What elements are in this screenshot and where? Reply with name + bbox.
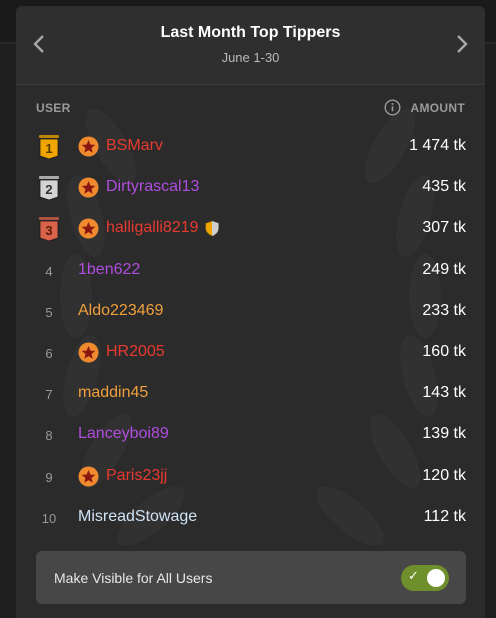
info-icon[interactable]: [384, 99, 401, 116]
tip-amount: 1 474 tk: [409, 137, 466, 154]
rank-number: 5: [45, 304, 53, 320]
tipper-row: 10 MisreadStowage 112 tk: [16, 497, 485, 538]
tipper-row: 2 Dirtyrascal13 435 tk: [16, 167, 485, 208]
shield-icon: [205, 220, 219, 237]
user-column-header: USER: [36, 101, 71, 115]
tip-amount: 143 tk: [422, 384, 466, 402]
tip-amount: 249 tk: [422, 260, 466, 278]
tip-amount: 120 tk: [422, 466, 466, 484]
checkmark-icon: ✓: [408, 568, 419, 583]
rank-number: 6: [45, 345, 53, 361]
tipper-row: 7 maddin45 143 tk: [16, 373, 485, 414]
tipper-row: 8 Lanceyboi89 139 tk: [16, 414, 485, 455]
username-link[interactable]: Dirtyrascal13: [106, 178, 199, 196]
visibility-toggle[interactable]: ✓: [401, 565, 449, 591]
rank-number: 10: [41, 510, 57, 526]
username-link[interactable]: Lanceyboi89: [78, 425, 169, 443]
visibility-label: Make Visible for All Users: [54, 570, 213, 586]
star-badge-icon: [78, 466, 99, 486]
tip-amount: 112 tk: [423, 507, 466, 525]
tippers-list: 1 BSMarv 1 474 tk 2 Dirtyrascal13 435 tk 3 hall…: [16, 126, 485, 538]
rank-number: 7: [45, 387, 53, 403]
visibility-setting: Make Visible for All Users ✓: [36, 551, 466, 604]
panel-title: Last Month Top Tippers: [160, 24, 341, 41]
chevron-right-icon[interactable]: [455, 34, 469, 54]
tipper-row: 4 1ben622 249 tk: [16, 250, 485, 291]
star-badge-icon: [78, 342, 99, 363]
column-headers: USER AMOUNT: [36, 99, 465, 117]
rank-number: 4: [45, 263, 53, 279]
star-badge-icon: [78, 177, 99, 198]
silver-medal-icon: 2: [39, 176, 59, 201]
tipper-row: 6 HR2005 160 tk: [16, 332, 485, 373]
tip-amount: 139 tk: [422, 425, 466, 443]
tipper-row: 1 BSMarv 1 474 tk: [16, 126, 485, 167]
top-tippers-panel: Last Month Top Tippers June 1-30 USER AM…: [16, 6, 485, 618]
panel-header: Last Month Top Tippers June 1-30: [16, 6, 485, 85]
toggle-knob: [427, 569, 445, 587]
username-link[interactable]: HR2005: [106, 343, 165, 361]
amount-column-header: AMOUNT: [410, 101, 465, 115]
username-link[interactable]: 1ben622: [78, 261, 140, 279]
username-link[interactable]: maddin45: [78, 384, 148, 402]
date-range: June 1-30: [221, 50, 280, 65]
rank-number: 9: [45, 469, 53, 485]
medal-rank-number: 2: [45, 182, 52, 197]
username-link[interactable]: halligalli8219: [106, 219, 199, 237]
star-badge-icon: [78, 218, 99, 239]
medal-rank-number: 1: [45, 141, 52, 156]
star-badge-icon: [78, 136, 99, 157]
medal-rank-number: 3: [45, 223, 52, 238]
username-link[interactable]: Paris23jj: [106, 467, 167, 485]
username-link[interactable]: Aldo223469: [78, 302, 163, 320]
tip-amount: 160 tk: [422, 342, 466, 360]
rank-number: 8: [45, 428, 53, 444]
tip-amount: 307 tk: [422, 219, 466, 237]
username-link[interactable]: BSMarv: [106, 137, 163, 155]
tipper-row: 3 halligalli8219 307 tk: [16, 208, 485, 249]
tip-amount: 435 tk: [422, 178, 466, 196]
gold-medal-icon: 1: [39, 135, 59, 160]
username-link[interactable]: MisreadStowage: [78, 508, 197, 526]
tipper-row: 5 Aldo223469 233 tk: [16, 291, 485, 332]
tip-amount: 233 tk: [422, 301, 466, 319]
bronze-medal-icon: 3: [39, 217, 59, 242]
tipper-row: 9 Paris23jj 120 tk: [16, 456, 485, 497]
